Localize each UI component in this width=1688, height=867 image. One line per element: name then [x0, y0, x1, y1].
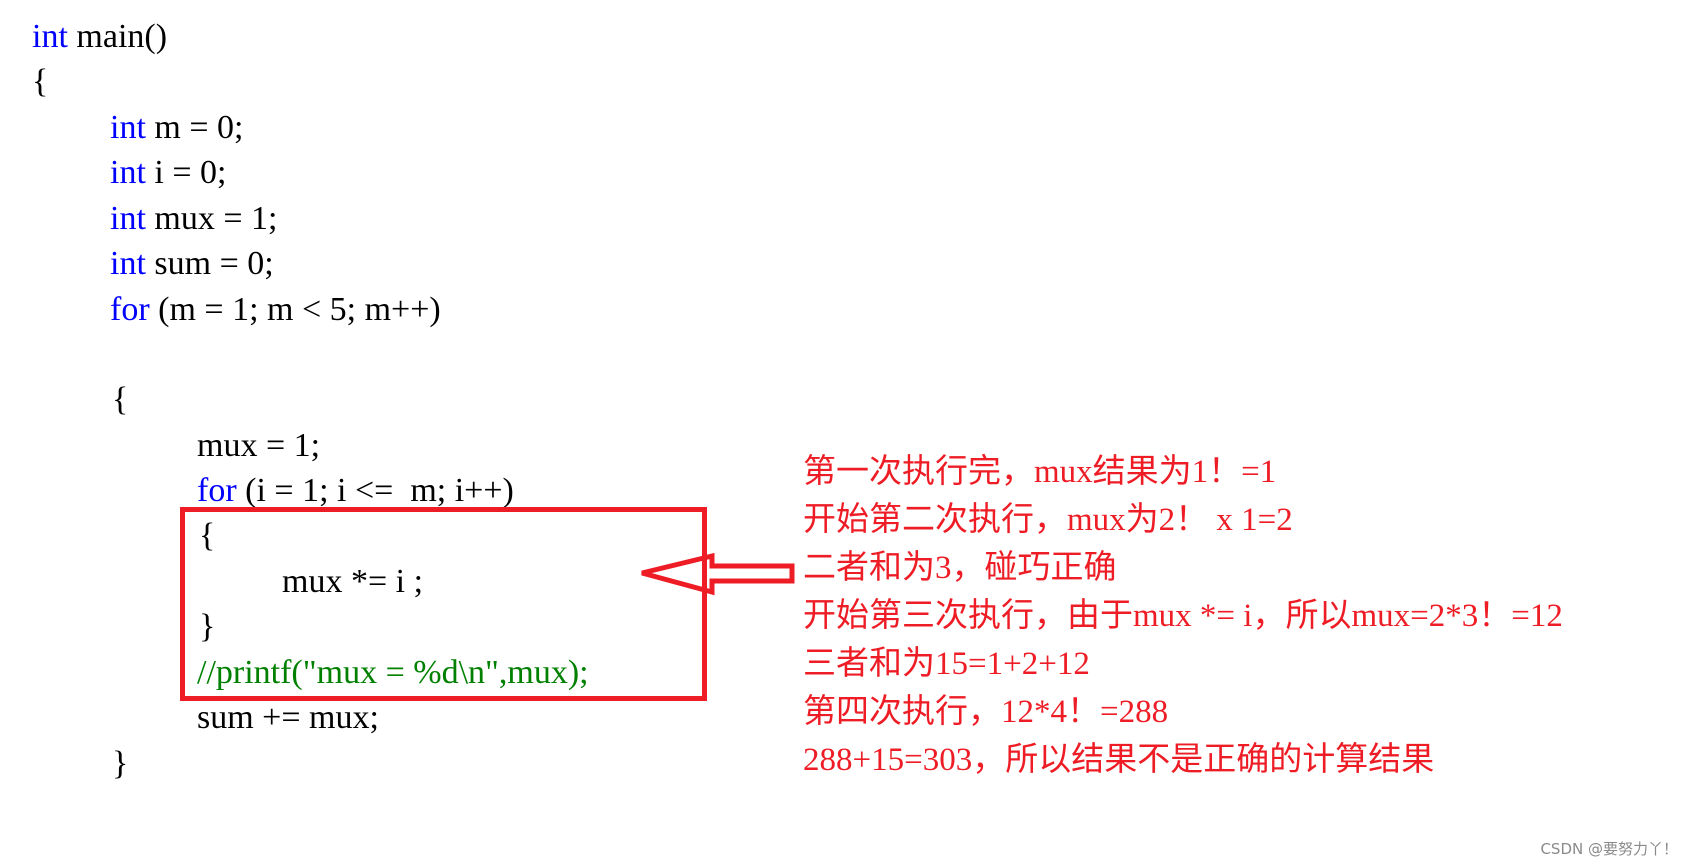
- code-line-decl-m: int m = 0;: [110, 104, 243, 152]
- code-text: }: [112, 745, 129, 782]
- code-text: (i = 1; i <= m; i++): [236, 472, 514, 509]
- code-line-open-brace: {: [32, 58, 48, 106]
- code-line-decl-sum: int sum = 0;: [110, 240, 274, 288]
- code-line-main: int main(): [32, 13, 167, 61]
- code-line-decl-mux: int mux = 1;: [110, 195, 277, 243]
- keyword: int: [110, 109, 146, 146]
- code-text: m = 0;: [145, 109, 244, 146]
- code-text: {: [32, 63, 49, 100]
- code-text: main(): [67, 18, 168, 55]
- code-text: (m = 1; m < 5; m++): [149, 291, 441, 328]
- code-text: mux = 1;: [197, 427, 321, 464]
- keyword: for: [110, 291, 150, 328]
- annotation-line: 第四次执行，12*4！=288: [803, 694, 1169, 730]
- annotation-line: 288+15=303，所以结果不是正确的计算结果: [803, 742, 1435, 778]
- code-line-outer-close-brace: }: [112, 740, 128, 788]
- highlight-box: [180, 507, 707, 701]
- code-line-sum-add: sum += mux;: [197, 694, 379, 742]
- keyword: int: [110, 154, 146, 191]
- code-text: sum += mux;: [197, 699, 379, 736]
- code-line-outer-open-brace: {: [112, 376, 128, 424]
- keyword: int: [32, 18, 68, 55]
- code-text: mux = 1;: [145, 200, 278, 237]
- arrow-outline: [641, 552, 795, 596]
- code-line-mux-reset: mux = 1;: [197, 422, 320, 470]
- annotation-line: 开始第二次执行，mux为2！ x 1=2: [803, 502, 1293, 538]
- watermark: CSDN @要努力丫！: [1540, 840, 1678, 858]
- keyword: for: [197, 472, 237, 509]
- annotation-line: 三者和为15=1+2+12: [803, 646, 1090, 682]
- keyword: int: [110, 200, 146, 237]
- code-text: sum = 0;: [145, 245, 274, 282]
- code-text: {: [112, 381, 129, 418]
- annotation-line: 开始第三次执行，由于mux *= i，所以mux=2*3！=12: [803, 598, 1563, 634]
- annotation-line: 第一次执行完，mux结果为1！=1: [803, 454, 1277, 490]
- left-arrow-icon: [641, 552, 795, 596]
- annotation-line: 二者和为3，碰巧正确: [803, 550, 1117, 586]
- code-text: i = 0;: [145, 154, 227, 191]
- code-line-outer-for: for (m = 1; m < 5; m++): [110, 286, 441, 334]
- keyword: int: [110, 245, 146, 282]
- code-line-decl-i: int i = 0;: [110, 149, 226, 197]
